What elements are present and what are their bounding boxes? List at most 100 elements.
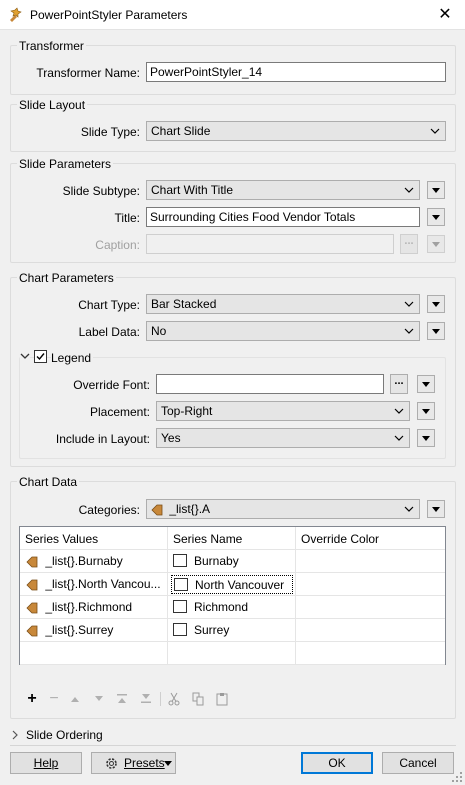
attribute-icon bbox=[26, 625, 38, 637]
app-icon bbox=[10, 7, 22, 22]
series-name-cell[interactable]: Richmond bbox=[171, 598, 293, 617]
caption-input[interactable] bbox=[146, 234, 394, 254]
slide-type-label: Slide Type: bbox=[80, 125, 140, 139]
placement-menu-button[interactable] bbox=[417, 402, 435, 420]
table-row-empty[interactable] bbox=[20, 642, 445, 665]
chevron-right-icon[interactable] bbox=[11, 730, 19, 740]
column-header[interactable]: Series Values bbox=[25, 532, 98, 546]
legend-checkbox[interactable] bbox=[34, 350, 47, 363]
categories-label: Categories: bbox=[78, 503, 140, 517]
checkmark-icon bbox=[36, 353, 45, 361]
series-name-text: Richmond bbox=[194, 600, 249, 614]
move-up-icon[interactable] bbox=[70, 695, 80, 703]
caret-down-icon bbox=[164, 761, 172, 766]
copy-icon[interactable] bbox=[192, 692, 204, 706]
placement-select[interactable]: Top-Right bbox=[156, 401, 410, 421]
override-font-ellipsis-button[interactable]: ... bbox=[390, 374, 408, 394]
chart-parameters-group-title: Chart Parameters bbox=[17, 271, 116, 285]
series-name-checkbox[interactable] bbox=[174, 578, 188, 591]
chevron-down-icon bbox=[404, 187, 414, 193]
ok-button[interactable]: OK bbox=[301, 752, 373, 774]
chevron-down-icon bbox=[404, 328, 414, 334]
chart-type-label: Chart Type: bbox=[78, 298, 140, 312]
series-name-text: Surrey bbox=[194, 623, 230, 637]
chart-data-group-title: Chart Data bbox=[17, 475, 80, 489]
series-value-text: _list{}.North Vancou... bbox=[45, 577, 161, 591]
add-row-icon[interactable]: + bbox=[24, 690, 40, 708]
presets-button-label: Presets bbox=[124, 756, 165, 770]
slide-subtype-value: Chart With Title bbox=[151, 183, 234, 197]
series-name-checkbox[interactable] bbox=[173, 554, 187, 567]
include-in-layout-menu-button[interactable] bbox=[417, 429, 435, 447]
slide-subtype-label: Slide Subtype: bbox=[62, 184, 140, 198]
series-name-cell[interactable]: North Vancouver bbox=[171, 575, 293, 594]
column-header[interactable]: Override Color bbox=[301, 532, 379, 546]
chevron-down-icon[interactable] bbox=[20, 351, 30, 361]
slide-layout-group-title: Slide Layout bbox=[17, 98, 88, 112]
series-name-checkbox[interactable] bbox=[173, 600, 187, 613]
help-button[interactable]: Help bbox=[10, 752, 82, 774]
slide-ordering-label[interactable]: Slide Ordering bbox=[26, 728, 103, 742]
slide-subtype-menu-button[interactable] bbox=[427, 181, 445, 199]
caption-ellipsis-button[interactable]: ... bbox=[400, 234, 418, 254]
series-value-cell[interactable]: _list{}.Surrey bbox=[26, 623, 113, 637]
label-data-menu-button[interactable] bbox=[427, 322, 445, 340]
gear-icon bbox=[106, 758, 117, 769]
series-value-text: _list{}.Surrey bbox=[45, 623, 114, 637]
label-data-label: Label Data: bbox=[78, 325, 140, 339]
move-down-icon[interactable] bbox=[94, 695, 104, 703]
series-name-text: Burnaby bbox=[194, 554, 239, 568]
attribute-icon bbox=[26, 556, 38, 568]
override-font-menu-button[interactable] bbox=[417, 375, 435, 393]
series-name-text: North Vancouver bbox=[195, 578, 285, 592]
table-row[interactable]: _list{}.North Vancou... North Vancouver bbox=[20, 573, 445, 596]
series-value-cell[interactable]: _list{}.Richmond bbox=[26, 600, 132, 614]
caption-menu-button[interactable] bbox=[427, 235, 445, 253]
series-name-cell[interactable]: Burnaby bbox=[171, 552, 293, 571]
include-in-layout-label: Include in Layout: bbox=[55, 432, 150, 446]
series-table: Series Values Series Name Override Color… bbox=[19, 526, 446, 665]
override-font-label: Override Font: bbox=[73, 378, 150, 392]
paste-icon[interactable] bbox=[216, 692, 228, 706]
remove-row-icon[interactable]: − bbox=[46, 690, 62, 708]
series-value-text: _list{}.Richmond bbox=[45, 600, 133, 614]
table-row[interactable]: _list{}.Richmond Richmond bbox=[20, 596, 445, 619]
series-value-cell[interactable]: _list{}.North Vancou... bbox=[26, 577, 161, 591]
title-input[interactable]: Surrounding Cities Food Vendor Totals bbox=[146, 207, 420, 227]
chevron-down-icon bbox=[394, 408, 404, 414]
help-button-label: Help bbox=[33, 756, 59, 770]
chevron-down-icon bbox=[394, 435, 404, 441]
chart-type-select[interactable]: Bar Stacked bbox=[146, 294, 420, 314]
series-value-cell[interactable]: _list{}.Burnaby bbox=[26, 554, 123, 568]
slide-parameters-group-title: Slide Parameters bbox=[17, 157, 114, 171]
chart-type-menu-button[interactable] bbox=[427, 295, 445, 313]
series-name-cell[interactable]: Surrey bbox=[171, 621, 293, 640]
attribute-icon bbox=[26, 579, 38, 591]
categories-select[interactable]: _list{}.A bbox=[146, 499, 420, 519]
attribute-icon bbox=[151, 504, 163, 516]
cancel-button[interactable]: Cancel bbox=[382, 752, 454, 774]
move-to-top-icon[interactable] bbox=[116, 693, 128, 704]
table-row[interactable]: _list{}.Surrey Surrey bbox=[20, 619, 445, 642]
footer-separator bbox=[10, 745, 456, 746]
slide-subtype-select[interactable]: Chart With Title bbox=[146, 180, 420, 200]
title-menu-button[interactable] bbox=[427, 208, 445, 226]
transformer-name-input[interactable]: PowerPointStyler_14 bbox=[146, 62, 446, 82]
close-icon[interactable]: ✕ bbox=[425, 0, 465, 30]
presets-button[interactable]: Presets bbox=[91, 752, 176, 774]
slide-type-select[interactable]: Chart Slide bbox=[146, 121, 446, 141]
label-data-select[interactable]: No bbox=[146, 321, 420, 341]
series-name-checkbox[interactable] bbox=[173, 623, 187, 636]
cut-icon[interactable] bbox=[168, 692, 180, 706]
resize-grip-icon[interactable] bbox=[451, 771, 463, 783]
legend-title: Legend bbox=[51, 351, 94, 365]
column-header[interactable]: Series Name bbox=[173, 532, 242, 546]
move-to-bottom-icon[interactable] bbox=[140, 693, 152, 704]
override-font-input[interactable] bbox=[156, 374, 384, 394]
label-data-value: No bbox=[151, 324, 167, 338]
include-in-layout-select[interactable]: Yes bbox=[156, 428, 410, 448]
transformer-name-label: Transformer Name: bbox=[36, 66, 140, 80]
caption-label: Caption: bbox=[95, 238, 140, 252]
categories-menu-button[interactable] bbox=[427, 500, 445, 518]
table-row[interactable]: _list{}.Burnaby Burnaby bbox=[20, 550, 445, 573]
